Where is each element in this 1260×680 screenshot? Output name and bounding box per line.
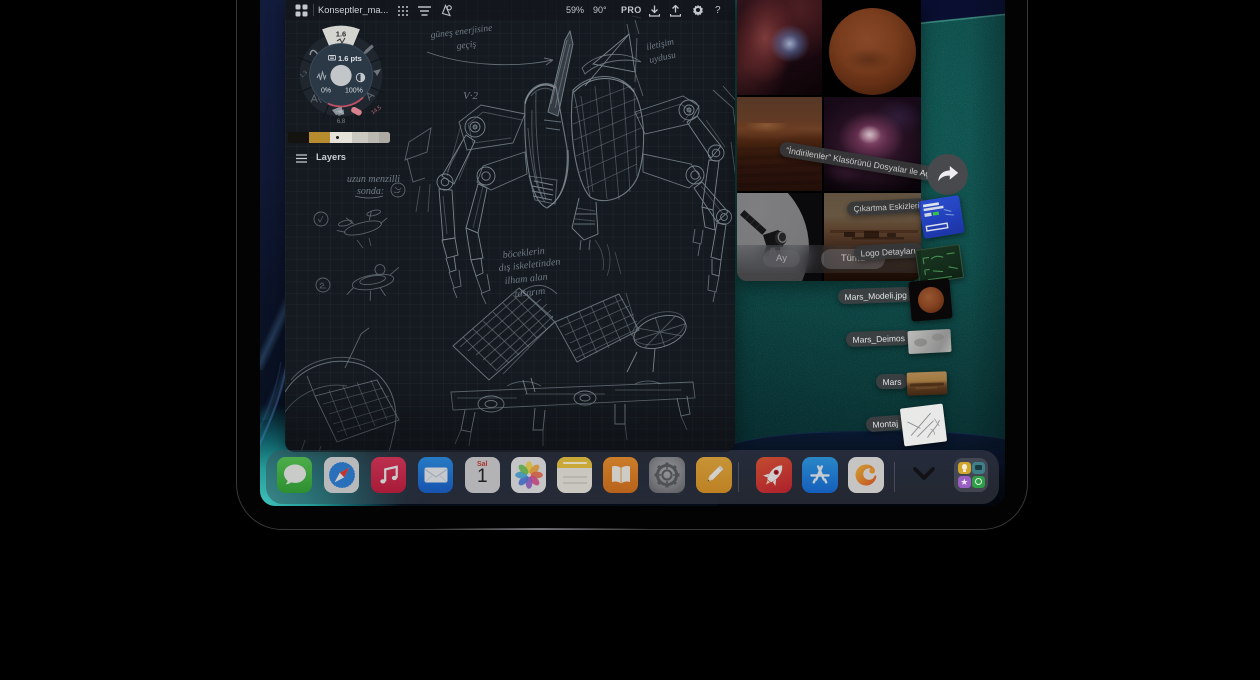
- svg-text:uydusu: uydusu: [649, 51, 678, 66]
- svg-text:0%: 0%: [321, 88, 331, 95]
- svg-text:sonda:: sonda:: [357, 186, 384, 197]
- svg-text:tasarım: tasarım: [514, 286, 546, 300]
- svg-text:1.6: 1.6: [336, 30, 346, 39]
- svg-text:güneş enerjisine: güneş enerjisine: [430, 23, 493, 40]
- svg-text:ilham alan: ilham alan: [504, 272, 548, 287]
- svg-text:uzun menzilli: uzun menzilli: [347, 174, 400, 185]
- svg-text:6.8: 6.8: [337, 119, 346, 125]
- svg-text:100%: 100%: [345, 88, 363, 95]
- svg-text:V·2: V·2: [463, 90, 478, 102]
- svg-text:1.6 pts: 1.6 pts: [338, 54, 362, 63]
- svg-text:14.5: 14.5: [370, 105, 382, 116]
- svg-text:geçiş: geçiş: [456, 40, 477, 52]
